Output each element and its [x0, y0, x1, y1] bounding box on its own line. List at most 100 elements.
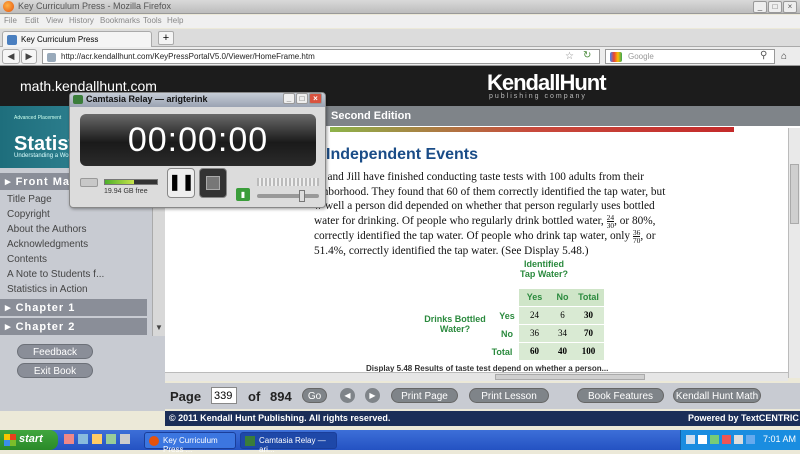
next-page-icon[interactable]: ▶	[365, 388, 380, 403]
text-span: , or	[640, 229, 656, 242]
maximize-button[interactable]: □	[768, 1, 782, 13]
bookmark-star-icon[interactable]: ☆	[565, 51, 574, 62]
camtasia-maximize-button[interactable]: □	[296, 93, 308, 104]
camtasia-close-button[interactable]: ×	[309, 93, 322, 104]
search-magnifier-icon[interactable]: ⚲	[760, 50, 767, 61]
toc-item[interactable]: About the Authors	[7, 224, 87, 235]
toc-item[interactable]: Statistics in Action	[7, 284, 88, 295]
tray-icon[interactable]	[710, 435, 719, 444]
toc-item[interactable]: A Note to Students f...	[7, 269, 104, 280]
page-icon	[7, 35, 17, 45]
section-chapter-1[interactable]: ▸ Chapter 1	[0, 299, 147, 316]
quicklaunch-icon[interactable]	[92, 434, 102, 444]
scroll-thumb[interactable]	[790, 164, 799, 224]
print-lesson-button[interactable]: Print Lesson	[469, 388, 549, 403]
start-button[interactable]: start	[0, 430, 58, 450]
camtasia-minimize-button[interactable]: _	[283, 93, 295, 104]
section-label: Chapter 1	[15, 302, 76, 314]
menu-history[interactable]: History	[69, 16, 94, 25]
content-vertical-scrollbar[interactable]	[788, 128, 800, 378]
stop-button[interactable]	[199, 168, 227, 198]
microphone-icon[interactable]: ▮	[236, 188, 250, 201]
windows-flag-icon	[4, 434, 16, 446]
section-chapter-2[interactable]: ▸ Chapter 2	[0, 318, 147, 335]
quicklaunch-icon[interactable]	[64, 434, 74, 444]
print-page-button[interactable]: Print Page	[391, 388, 458, 403]
pause-button[interactable]: ❚❚	[167, 168, 195, 198]
section-label: Chapter 2	[15, 321, 76, 333]
toc-item[interactable]: Acknowledgments	[7, 239, 88, 250]
page-number-input[interactable]	[211, 387, 237, 404]
text-line: correctly identified the tap water. Of p…	[314, 229, 714, 245]
toc-item[interactable]: Copyright	[7, 209, 50, 220]
forward-button[interactable]: ▶	[21, 49, 37, 64]
row-header: Total	[491, 347, 513, 357]
tray-icon[interactable]	[722, 435, 731, 444]
quicklaunch-icon[interactable]	[106, 434, 116, 444]
table-cell: 36	[519, 325, 550, 342]
text-span: , or 80%,	[614, 214, 656, 227]
toc-item[interactable]: Title Page	[7, 194, 52, 205]
row-group-label: Drinks Bottled Water?	[424, 314, 486, 334]
window-title: Key Curriculum Press - Mozilla Firefox	[18, 1, 172, 11]
display-caption: Display 5.48 Results of taste test depen…	[366, 364, 609, 372]
disk-drive-icon	[80, 178, 98, 187]
table-cell: 30	[573, 307, 604, 324]
kendall-hunt-math-button[interactable]: Kendall Hunt Math	[673, 388, 761, 403]
tab-key-curriculum[interactable]: Key Curriculum Press	[2, 31, 152, 47]
text-line: water for drinking. Of people who regula…	[314, 214, 714, 230]
column-header: Total	[573, 289, 604, 306]
site-favicon	[47, 53, 56, 62]
exit-book-button[interactable]: Exit Book	[17, 363, 93, 378]
back-button[interactable]: ◀	[2, 49, 20, 64]
table-cell: 24	[519, 307, 550, 324]
content-horizontal-scrollbar[interactable]	[165, 372, 788, 381]
mouse-cursor-icon	[313, 328, 325, 338]
menu-view[interactable]: View	[46, 16, 63, 25]
cover-small-text: Advanced Placement	[14, 115, 62, 121]
menu-edit[interactable]: Edit	[25, 16, 39, 25]
new-tab-button[interactable]: +	[158, 31, 174, 45]
lesson-heading: Independent Events	[326, 146, 479, 163]
reload-icon[interactable]: ↻	[583, 50, 591, 61]
text-line: ck and Jill have finished conducting tas…	[314, 171, 645, 183]
toc-item[interactable]: Contents	[7, 254, 47, 265]
close-button[interactable]: ×	[783, 1, 797, 13]
book-features-button[interactable]: Book Features	[577, 388, 664, 403]
volume-icon[interactable]	[734, 435, 743, 444]
row-header: No	[501, 329, 513, 339]
menu-help[interactable]: Help	[167, 16, 183, 25]
quicklaunch-icon[interactable]	[78, 434, 88, 444]
search-input[interactable]: Google ⚲	[605, 49, 775, 64]
taskbar-item-camtasia[interactable]: Camtasia Relay — ari...	[240, 432, 337, 454]
column-header: Yes	[519, 289, 550, 306]
quicklaunch-icon[interactable]	[120, 434, 130, 444]
taskbar-item-label: Camtasia Relay — ari...	[259, 436, 326, 454]
recording-timer: 00:00:00	[80, 114, 316, 166]
text-line: ighborhood. They found that 60 of them c…	[314, 185, 666, 198]
disk-free-text: 19.94 GB free	[104, 188, 148, 195]
search-placeholder: Google	[628, 52, 654, 61]
scroll-thumb[interactable]	[495, 374, 645, 380]
menu-bookmarks[interactable]: Bookmarks	[100, 16, 140, 25]
feedback-button[interactable]: Feedback	[17, 344, 93, 359]
previous-page-icon[interactable]: ◀	[340, 388, 355, 403]
scroll-down-icon[interactable]: ▼	[155, 323, 163, 332]
volume-slider[interactable]	[257, 190, 319, 202]
tray-icon[interactable]	[698, 435, 707, 444]
url-text: http://acr.kendallhunt.com/KeyPressPorta…	[61, 52, 315, 61]
home-icon[interactable]: ⌂	[781, 51, 787, 62]
volume-slider-handle[interactable]	[299, 190, 305, 202]
menu-file[interactable]: File	[4, 16, 17, 25]
camtasia-title: Camtasia Relay — arigterink	[86, 94, 208, 104]
go-button[interactable]: Go	[302, 388, 327, 403]
tray-icon[interactable]	[686, 435, 695, 444]
text-span: correctly identified the tap water. Of p…	[314, 229, 631, 242]
url-bar[interactable]: http://acr.kendallhunt.com/KeyPressPorta…	[42, 49, 600, 64]
taskbar-item-firefox[interactable]: Key Curriculum Press ...	[144, 432, 236, 454]
minimize-button[interactable]: _	[753, 1, 767, 13]
menu-tools[interactable]: Tools	[143, 16, 162, 25]
network-icon[interactable]	[746, 435, 755, 444]
camtasia-icon	[73, 95, 83, 104]
taskbar-item-label: Key Curriculum Press ...	[163, 436, 218, 454]
